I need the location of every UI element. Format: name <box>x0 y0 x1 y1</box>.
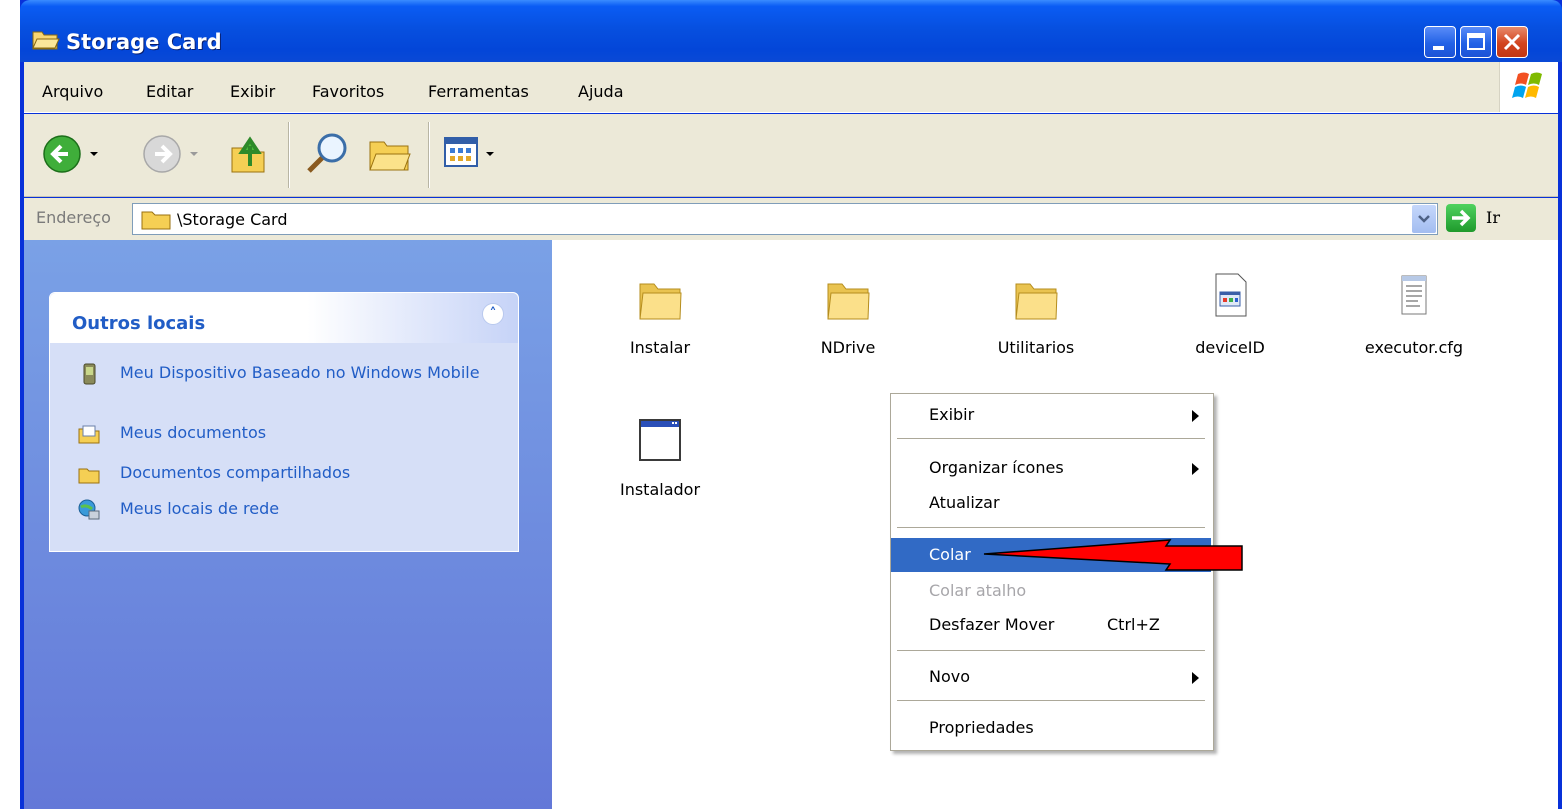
shared-documents-icon <box>78 468 100 484</box>
menu-bar: Arquivo Editar Exibir Favoritos Ferramen… <box>24 62 1558 113</box>
panel-title: Outros locais <box>72 313 206 334</box>
menu-item-label: Colar atalho <box>929 581 1027 600</box>
address-label: Endereço <box>36 208 111 227</box>
close-button[interactable] <box>1496 26 1528 58</box>
mobile-device-icon <box>83 363 96 385</box>
menu-item-label: Propriedades <box>929 718 1034 737</box>
window-title: Storage Card <box>66 30 222 54</box>
menu-item-label: Novo <box>929 667 971 686</box>
context-menu-item-atualizar[interactable]: Atualizar <box>891 486 1211 520</box>
task-pane: Outros locais ˄ Meu Dispositivo Baseado … <box>24 240 552 809</box>
menu-editar[interactable]: Editar <box>146 82 193 101</box>
windows-logo-icon <box>1499 62 1558 112</box>
file-name: deviceID <box>1195 338 1265 357</box>
menu-item-shortcut: Ctrl+Z <box>1107 615 1160 634</box>
sidebar-item-label: Documentos compartilhados <box>120 463 351 482</box>
address-bar: Endereço \Storage Card Ir <box>24 198 1558 240</box>
menu-separator <box>897 527 1205 528</box>
explorer-window: Storage Card Arquivo Editar Exibir Favor… <box>20 0 1562 809</box>
forward-dropdown-icon[interactable] <box>188 148 200 160</box>
menu-item-label: Organizar ícones <box>929 458 1064 477</box>
submenu-arrow-icon <box>1192 410 1199 422</box>
views-dropdown-icon[interactable] <box>484 148 496 160</box>
sidebar-item-label: Meu Dispositivo Baseado no Windows Mobil… <box>120 363 480 382</box>
file-name: NDrive <box>820 338 876 357</box>
close-icon <box>1503 33 1521 51</box>
forward-icon[interactable] <box>142 134 182 174</box>
menu-arquivo[interactable]: Arquivo <box>42 82 103 101</box>
folder-icon <box>639 283 682 320</box>
go-arrow-icon <box>1452 209 1471 227</box>
context-menu-item-desfazer[interactable]: Desfazer Mover Ctrl+Z <box>891 608 1211 642</box>
menu-item-label: Exibir <box>929 405 975 424</box>
red-arrow-icon <box>983 539 1243 571</box>
menu-separator <box>897 438 1205 439</box>
context-menu-item-organizar[interactable]: Organizar ícones <box>891 451 1211 485</box>
sidebar-item-label: Meus locais de rede <box>120 499 280 518</box>
network-places-icon <box>78 499 100 520</box>
text-file-icon <box>1401 275 1427 315</box>
minimize-icon <box>1433 46 1444 50</box>
submenu-arrow-icon <box>1192 672 1199 684</box>
menu-item-label: Colar <box>929 545 971 564</box>
toolbar-separator <box>288 122 290 188</box>
context-menu-item-colar-atalho: Colar atalho <box>891 574 1211 608</box>
file-name: Instalar <box>629 338 691 357</box>
up-folder-icon[interactable] <box>228 132 268 176</box>
image-file-icon <box>1215 273 1247 317</box>
context-menu-item-exibir[interactable]: Exibir <box>891 398 1211 432</box>
menu-separator <box>897 650 1205 651</box>
address-field[interactable]: \Storage Card <box>132 203 1438 235</box>
folder-icon <box>827 283 870 320</box>
other-places-panel: Outros locais ˄ Meu Dispositivo Baseado … <box>49 292 519 552</box>
file-name: Utilitarios <box>997 338 1075 357</box>
address-dropdown-button[interactable] <box>1412 205 1436 233</box>
menu-favoritos[interactable]: Favoritos <box>312 82 384 101</box>
address-path: \Storage Card <box>177 210 288 229</box>
maximize-icon <box>1467 33 1485 50</box>
chevron-down-icon <box>1418 215 1430 223</box>
context-menu-item-novo[interactable]: Novo <box>891 660 1211 694</box>
menu-exibir[interactable]: Exibir <box>230 82 275 101</box>
minimize-button[interactable] <box>1424 26 1456 58</box>
panel-header[interactable]: Outros locais ˄ <box>50 293 518 343</box>
menu-ajuda[interactable]: Ajuda <box>578 82 624 101</box>
submenu-arrow-icon <box>1192 463 1199 475</box>
toolbar <box>24 114 1558 197</box>
go-label[interactable]: Ir <box>1486 208 1500 227</box>
title-bar[interactable]: Storage Card <box>20 0 1562 62</box>
back-icon[interactable] <box>42 134 82 174</box>
file-name: Instalador <box>619 480 701 499</box>
back-dropdown-icon[interactable] <box>88 148 100 160</box>
views-icon[interactable] <box>444 136 480 170</box>
maximize-button[interactable] <box>1460 26 1492 58</box>
menu-item-label: Desfazer Mover <box>929 615 1055 634</box>
collapse-chevron-icon[interactable]: ˄ <box>482 303 504 325</box>
folders-icon[interactable] <box>368 134 412 174</box>
folder-open-icon <box>32 31 60 50</box>
my-documents-icon <box>78 425 100 444</box>
sidebar-item-label: Meus documentos <box>120 423 267 442</box>
menu-item-label: Atualizar <box>929 493 1000 512</box>
file-name: executor.cfg <box>1364 338 1464 357</box>
go-button[interactable] <box>1446 204 1476 232</box>
menu-separator <box>897 700 1205 701</box>
toolbar-separator <box>428 122 430 188</box>
folder-icon <box>1015 283 1058 320</box>
application-icon <box>639 419 681 461</box>
context-menu-item-propriedades[interactable]: Propriedades <box>891 711 1211 745</box>
menu-ferramentas[interactable]: Ferramentas <box>428 82 529 101</box>
folder-icon <box>141 211 171 230</box>
search-icon[interactable] <box>304 130 350 176</box>
